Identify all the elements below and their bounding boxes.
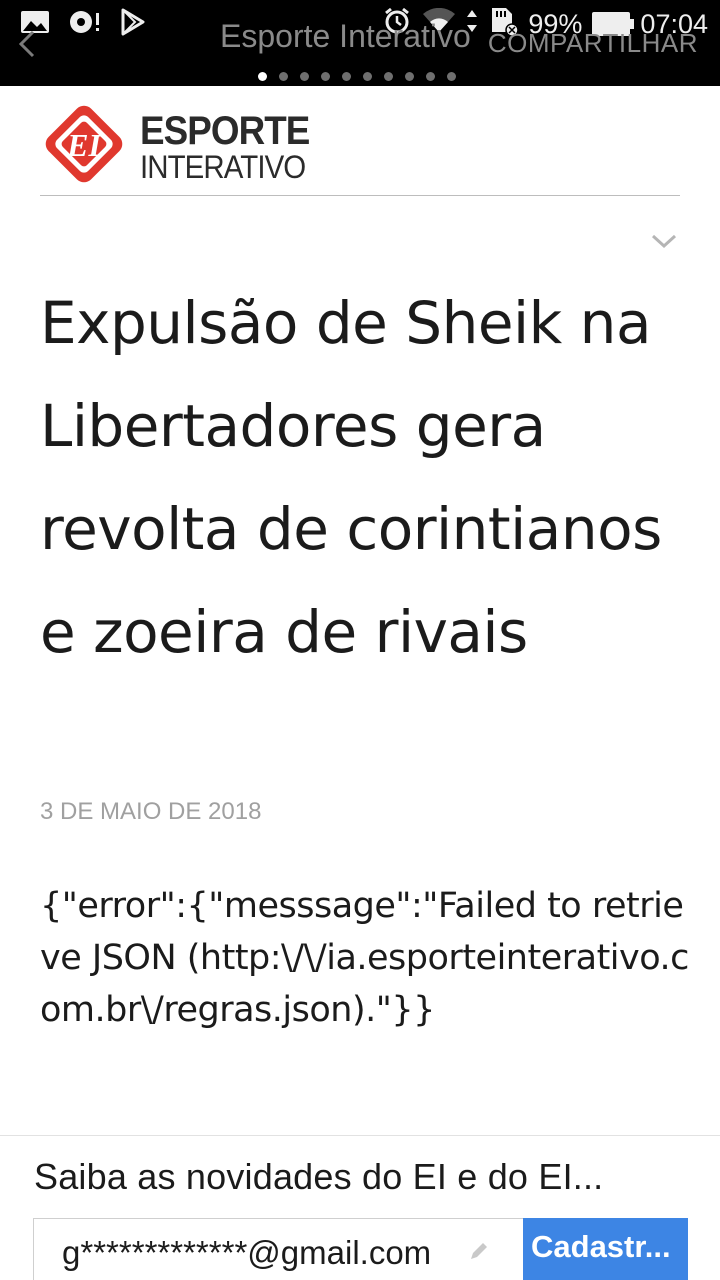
header-divider <box>40 195 680 196</box>
page-dot <box>405 72 414 81</box>
article-body-error: {"error":{"messsage":"Failed to retrieve… <box>40 886 689 1030</box>
page-indicator <box>258 72 456 81</box>
brand-word-interativo: INTERATIVO <box>140 148 306 185</box>
edit-pen-icon <box>468 1240 490 1267</box>
page-dot <box>342 72 351 81</box>
page-dot <box>321 72 330 81</box>
brand-word-esporte: ESPORTE <box>140 108 310 153</box>
top-bar: 99% 07:04 Esporte Interativo COMPARTILHA… <box>0 0 720 86</box>
page-dot <box>300 72 309 81</box>
chevron-down-icon[interactable] <box>650 232 678 255</box>
page-dot <box>258 72 267 81</box>
page-dot <box>279 72 288 81</box>
signup-button[interactable]: Cadastr... <box>523 1218 688 1280</box>
email-field[interactable] <box>33 1218 523 1280</box>
newsletter-title: Saiba as novidades do EI e do EI... <box>34 1156 604 1197</box>
app-bar-title: Esporte Interativo <box>220 18 471 54</box>
page-dot <box>363 72 372 81</box>
logo-mark: EI <box>66 127 102 163</box>
page-dot <box>447 72 456 81</box>
article-headline: Expulsão de Sheik na Libertadores gera r… <box>40 289 662 666</box>
site-logo[interactable]: EI ESPORTE INTERATIVO <box>40 100 324 193</box>
play-store-icon <box>120 8 146 41</box>
esporte-interativo-logo-icon: EI <box>40 100 128 193</box>
status-left-icons <box>20 6 146 42</box>
article-date: 3 DE MAIO DE 2018 <box>40 798 262 825</box>
newsletter-signup: Saiba as novidades do EI e do EI... Cada… <box>0 1135 720 1280</box>
brand-wordmark: ESPORTE INTERATIVO <box>140 111 324 183</box>
back-chevron-icon[interactable] <box>18 30 36 63</box>
record-icon <box>68 9 102 40</box>
share-button[interactable]: COMPARTILHAR <box>488 28 698 59</box>
page-dot <box>384 72 393 81</box>
screen: 99% 07:04 Esporte Interativo COMPARTILHA… <box>0 0 720 1280</box>
page-dot <box>426 72 435 81</box>
